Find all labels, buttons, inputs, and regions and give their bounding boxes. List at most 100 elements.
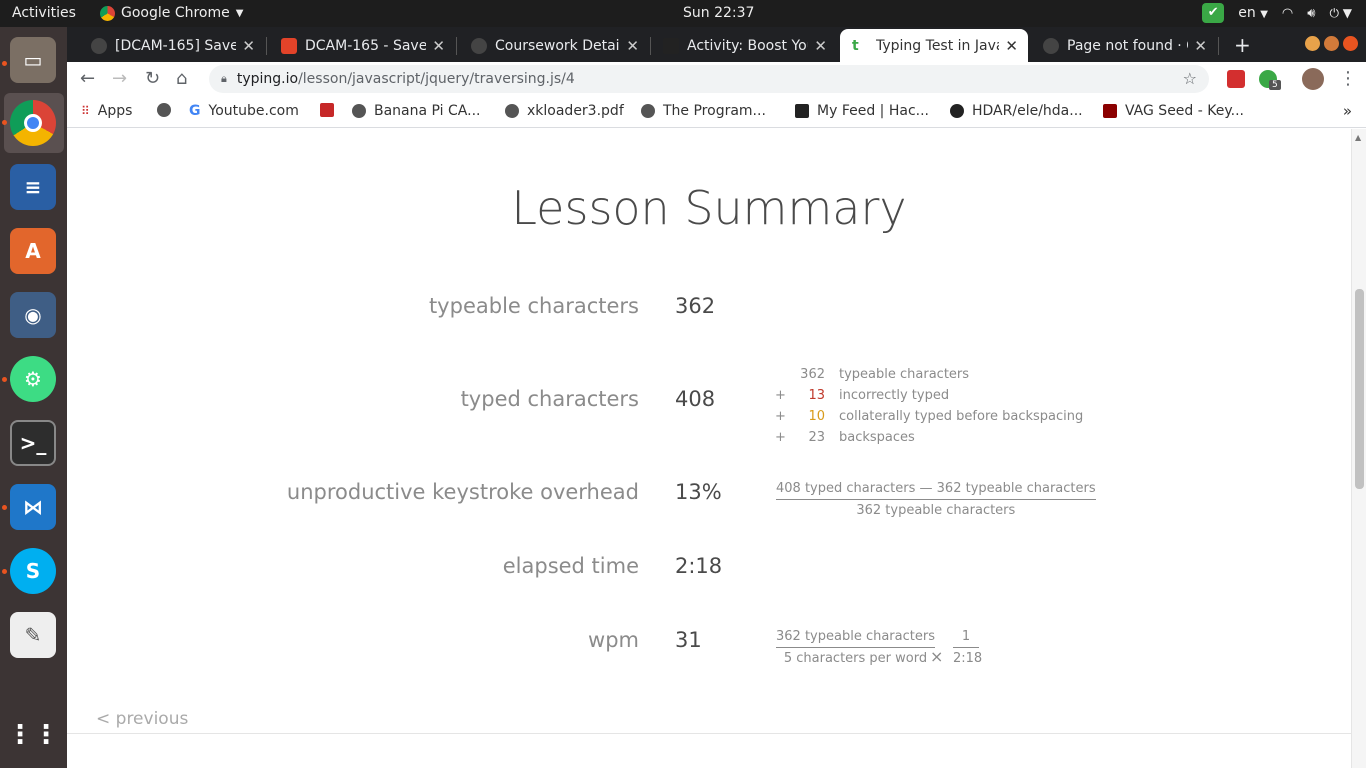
software-center-icon[interactable]: A	[10, 228, 56, 274]
github-icon	[1043, 37, 1059, 54]
wpm-fraction-1: 362 typeable characters 5 characters per…	[776, 629, 935, 666]
row-value-typed: 408	[675, 387, 716, 411]
apps-grid-icon: ⠿	[81, 104, 90, 118]
tab-strip: [DCAM-165] Save D ✕ DCAM-165 - Save D ✕ …	[67, 27, 1366, 62]
minimize-button[interactable]	[1305, 36, 1320, 51]
row-value-elapsed: 2:18	[675, 554, 723, 578]
back-icon[interactable]: ←	[80, 68, 95, 89]
screenshot-icon[interactable]: ◉	[10, 292, 56, 338]
terminal-icon[interactable]: >_	[10, 420, 56, 466]
language-indicator[interactable]: en ▼	[1238, 5, 1268, 21]
extension-badge: 5	[1269, 80, 1281, 90]
close-icon[interactable]: ✕	[432, 37, 445, 55]
tab-0[interactable]: [DCAM-165] Save D ✕	[79, 29, 265, 62]
close-window-button[interactable]	[1343, 36, 1358, 51]
text-editor-icon[interactable]: ✎	[10, 612, 56, 658]
wpm-fraction-2: 1 2:18	[953, 629, 983, 666]
close-icon[interactable]: ✕	[1194, 37, 1207, 55]
activities-button[interactable]: Activities	[12, 5, 76, 21]
dock-running-dot	[2, 61, 7, 66]
lastpass-extension-icon[interactable]	[1227, 70, 1245, 88]
page-scrollbar[interactable]: ▲	[1351, 129, 1366, 768]
red-box-icon	[320, 103, 334, 117]
previous-link[interactable]: < previous	[96, 709, 188, 729]
reload-icon[interactable]: ↻	[145, 68, 160, 89]
github-icon	[950, 104, 964, 118]
forward-icon[interactable]: →	[112, 68, 127, 89]
chevron-down-icon: ▼	[235, 7, 244, 19]
dock-running-dot	[2, 377, 7, 382]
typing-icon: t	[852, 37, 859, 54]
typed-breakdown: 362 typeable characters + 13 incorrectly…	[775, 367, 1083, 451]
tab-1[interactable]: DCAM-165 - Save D ✕	[269, 29, 455, 62]
tab-4[interactable]: t Typing Test in Java ✕	[840, 29, 1028, 62]
bookmark-red-box[interactable]	[320, 103, 334, 117]
check-icon[interactable]: ✔	[1202, 3, 1225, 23]
address-bar[interactable]: 🔒︎ typing.io/lesson/javascript/jquery/tr…	[209, 65, 1209, 93]
new-tab-button[interactable]: +	[1234, 33, 1251, 57]
bookmark-program[interactable]: The Program...	[641, 103, 766, 119]
close-icon[interactable]: ✕	[1005, 37, 1018, 55]
bookmark-apps[interactable]: ⠿ Apps	[81, 103, 132, 119]
home-icon[interactable]: ⌂	[176, 68, 187, 89]
scroll-up-arrow[interactable]: ▲	[1355, 133, 1361, 142]
show-apps-grid-icon[interactable]: ⋮⋮	[7, 712, 59, 758]
globe-icon	[505, 104, 519, 118]
bookmark-my-feed[interactable]: My Feed | Hac...	[795, 103, 929, 119]
row-label-wpm: wpm	[588, 628, 639, 652]
chrome-dock-icon[interactable]	[10, 100, 56, 146]
vscode-icon[interactable]: ⋈	[10, 484, 56, 530]
overhead-fraction: 408 typed characters — 362 typeable char…	[776, 481, 1096, 518]
system-top-bar: Activities Google Chrome ▼ Sun 22:37 ✔ e…	[0, 0, 1366, 27]
close-icon[interactable]: ✕	[814, 37, 827, 55]
bookmark-star-icon[interactable]: ☆	[1183, 69, 1197, 88]
dock-running-dot	[2, 120, 7, 125]
volume-icon[interactable]: 🔊︎	[1307, 6, 1315, 21]
close-icon[interactable]: ✕	[626, 37, 639, 55]
scrollbar-thumb[interactable]	[1355, 289, 1364, 489]
bookmark-globe[interactable]	[157, 103, 171, 117]
bookmark-xkloader[interactable]: xkloader3.pdf	[505, 103, 624, 119]
tab-2[interactable]: Coursework Detail ✕	[459, 29, 649, 62]
bookmark-youtube[interactable]: G Youtube.com	[189, 103, 299, 119]
wifi-icon[interactable]: ◠	[1282, 6, 1293, 21]
app-menu[interactable]: Google Chrome ▼	[100, 5, 243, 21]
bookmarks-bar: ⠿ Apps G Youtube.com Banana Pi CA... xkl…	[67, 96, 1366, 128]
row-value-wpm: 31	[675, 628, 702, 652]
avatar[interactable]	[1302, 68, 1324, 90]
skype-icon[interactable]: S	[10, 548, 56, 594]
page-title: Lesson Summary	[511, 181, 907, 235]
tab-3[interactable]: Activity: Boost You ✕	[651, 29, 837, 62]
close-icon[interactable]: ✕	[242, 37, 255, 55]
bookmark-vag-seed[interactable]: VAG Seed - Key...	[1103, 103, 1244, 119]
globe-icon	[641, 104, 655, 118]
files-icon[interactable]: ▭	[10, 37, 56, 83]
bookmark-hdar[interactable]: HDAR/ele/hda...	[950, 103, 1083, 119]
jira-icon	[91, 37, 107, 54]
menu-kebab-icon[interactable]: ⋮	[1339, 68, 1357, 89]
writer-icon[interactable]: ≡	[10, 164, 56, 210]
chrome-icon	[100, 5, 115, 21]
row-label-typeable: typeable characters	[428, 294, 639, 318]
app-menu-label: Google Chrome	[121, 5, 230, 21]
dock-running-dot	[2, 505, 7, 510]
row-value-typeable: 362	[675, 294, 716, 318]
browser-toolbar: ← → ↻ ⌂ 🔒︎ typing.io/lesson/javascript/j…	[67, 62, 1366, 96]
bookmarks-overflow-icon[interactable]: »	[1343, 102, 1352, 120]
tab-5[interactable]: Page not found · G ✕	[1031, 29, 1217, 62]
android-studio-icon[interactable]: ⚙	[10, 356, 56, 402]
breakdown-line: + 10 collaterally typed before backspaci…	[775, 409, 1084, 424]
breakdown-line: 362 typeable characters	[800, 367, 970, 382]
row-value-overhead: 13%	[675, 480, 722, 504]
breakdown-line: + 13 incorrectly typed	[775, 388, 950, 403]
globe-icon	[352, 104, 366, 118]
maximize-button[interactable]	[1324, 36, 1339, 51]
gitlab-icon	[281, 37, 297, 54]
globe-icon	[471, 37, 487, 54]
row-label-elapsed: elapsed time	[502, 554, 639, 578]
clock[interactable]: Sun 22:37	[683, 5, 754, 21]
row-label-overhead: unproductive keystroke overhead	[286, 480, 639, 504]
bookmark-banana-pi[interactable]: Banana Pi CA...	[352, 103, 480, 119]
lock-icon: 🔒︎	[221, 72, 227, 85]
power-menu-icon[interactable]: ⏻ ▼	[1329, 6, 1352, 21]
